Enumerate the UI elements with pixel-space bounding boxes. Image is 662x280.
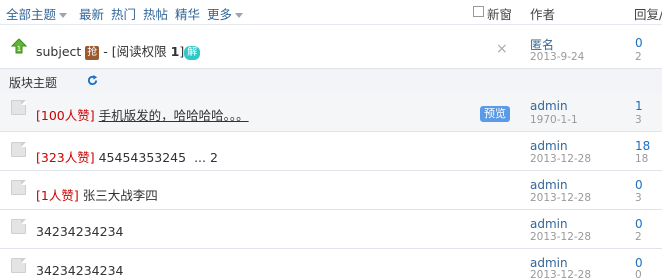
thread-author[interactable]: admin bbox=[530, 99, 568, 113]
thread-date: 2013-12-28 bbox=[530, 269, 592, 280]
thread-views: 3 bbox=[635, 192, 642, 204]
thread-date: 1970-1-1 bbox=[530, 114, 578, 126]
thread-title-line: [100人赞] 手机版发的，哈哈哈哈。。。 bbox=[36, 105, 249, 124]
thread-author[interactable]: admin bbox=[530, 139, 568, 153]
thread-title[interactable]: 34234234234 bbox=[36, 263, 123, 278]
pin-up-icon: 1 bbox=[11, 38, 27, 54]
column-replies: 回复/ bbox=[634, 7, 662, 22]
thread-replies[interactable]: 0 bbox=[635, 178, 643, 192]
filter-digest[interactable]: 精华 bbox=[175, 4, 200, 23]
pinned-views: 2 bbox=[635, 51, 642, 63]
pinned-thread-title-line: subject 抢 - [阅读权限 1] 解 bbox=[36, 41, 201, 60]
thread-views: 18 bbox=[635, 153, 649, 165]
section-title-label: 版块主题 bbox=[9, 76, 58, 90]
thread-icon bbox=[11, 100, 26, 115]
new-window-label[interactable]: 新窗 bbox=[487, 4, 512, 23]
filter-all-dropdown[interactable]: 全部主题 bbox=[6, 4, 68, 23]
thread-views: 2 bbox=[635, 231, 642, 243]
thread-replies[interactable]: 1 bbox=[635, 99, 643, 113]
forum-thread-list: 全部主题 最新 热门 热帖 精华 更多 新窗 作者 回复/ 1 subject … bbox=[0, 0, 662, 280]
thread-icon bbox=[11, 258, 26, 273]
preview-button[interactable]: 预览 bbox=[480, 106, 510, 122]
pinned-date: 2013-9-24 bbox=[530, 51, 585, 63]
filter-more-label: 更多 bbox=[207, 7, 233, 22]
close-icon[interactable]: × bbox=[496, 41, 508, 57]
thread-title-line: 34234234234 bbox=[36, 263, 123, 278]
thread-date: 2013-12-28 bbox=[530, 231, 592, 243]
thread-title[interactable]: 45454353245 bbox=[99, 150, 186, 165]
read-permission-label: [阅读权限 bbox=[111, 44, 171, 59]
column-author: 作者 bbox=[530, 7, 556, 22]
thread-author[interactable]: admin bbox=[530, 217, 568, 231]
thread-icon bbox=[11, 142, 26, 157]
row-divider bbox=[0, 131, 662, 132]
thread-icon bbox=[11, 180, 26, 195]
grab-badge-icon: 抢 bbox=[85, 45, 100, 60]
filter-latest[interactable]: 最新 bbox=[79, 4, 104, 23]
section-header bbox=[0, 68, 662, 94]
thread-title[interactable]: 手机版发的，哈哈哈哈。。。 bbox=[99, 108, 249, 123]
row-divider bbox=[0, 170, 662, 171]
thread-pages[interactable]: ... 2 bbox=[194, 150, 218, 165]
svg-text:1: 1 bbox=[17, 45, 21, 53]
thread-date: 2013-12-28 bbox=[530, 192, 592, 204]
thread-views: 0 bbox=[635, 269, 642, 280]
pinned-thread-title[interactable]: subject bbox=[36, 44, 81, 59]
row-divider bbox=[0, 248, 662, 249]
thread-date: 2013-12-28 bbox=[530, 153, 592, 165]
thread-title-line: [1人赞] 张三大战李四 bbox=[36, 185, 158, 204]
thread-replies[interactable]: 0 bbox=[635, 256, 643, 270]
new-window-checkbox[interactable] bbox=[473, 6, 484, 17]
row-divider bbox=[0, 209, 662, 210]
filter-all-label: 全部主题 bbox=[6, 7, 57, 22]
refresh-icon[interactable] bbox=[87, 75, 98, 86]
zan-count: [323人赞] bbox=[36, 150, 95, 165]
filter-hot[interactable]: 热门 bbox=[111, 4, 136, 23]
solved-badge-icon: 解 bbox=[184, 45, 201, 60]
zan-count: [1人赞] bbox=[36, 188, 79, 203]
thread-replies[interactable]: 0 bbox=[635, 217, 643, 231]
section-title: 版块主题 bbox=[9, 74, 57, 91]
chevron-down-icon bbox=[235, 13, 244, 18]
thread-title[interactable]: 张三大战李四 bbox=[83, 188, 158, 203]
filter-more-dropdown[interactable]: 更多 bbox=[207, 4, 244, 23]
pinned-replies[interactable]: 0 bbox=[635, 36, 643, 50]
thread-title-line: [323人赞] 45454353245 ... 2 bbox=[36, 147, 218, 166]
chevron-down-icon bbox=[59, 13, 68, 18]
thread-author[interactable]: admin bbox=[530, 256, 568, 270]
zan-count: [100人赞] bbox=[36, 108, 95, 123]
thread-views: 3 bbox=[635, 114, 642, 126]
thread-title[interactable]: 34234234234 bbox=[36, 224, 123, 239]
thread-replies[interactable]: 18 bbox=[635, 139, 650, 153]
filter-hot-posts[interactable]: 热帖 bbox=[143, 4, 168, 23]
pinned-separator: - bbox=[99, 44, 112, 59]
thread-icon bbox=[11, 219, 26, 234]
thread-author[interactable]: admin bbox=[530, 178, 568, 192]
thread-title-line: 34234234234 bbox=[36, 224, 123, 239]
